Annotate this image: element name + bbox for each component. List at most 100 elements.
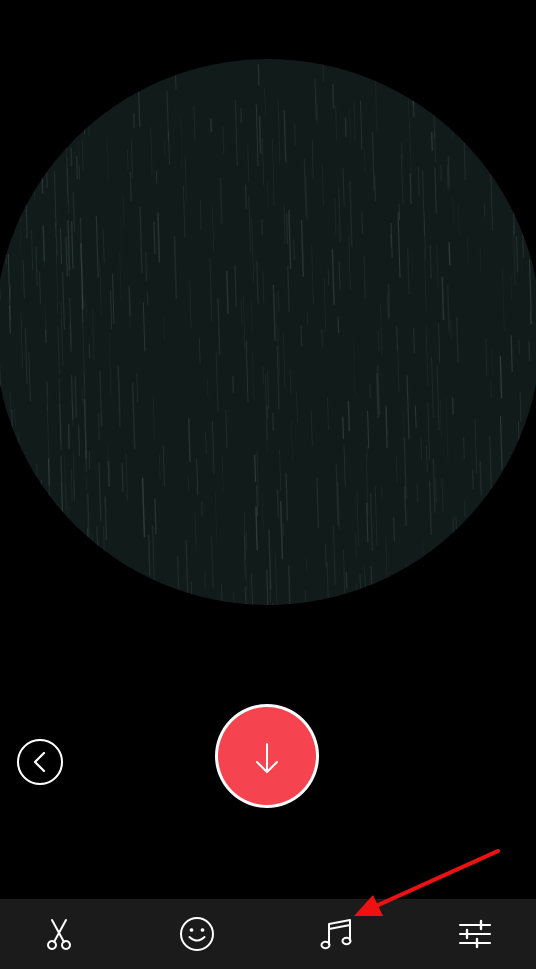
rain-streak (322, 59, 324, 82)
rain-streak (70, 469, 73, 501)
rain-streak (240, 298, 243, 326)
rain-streak (174, 73, 177, 90)
rain-streak (176, 556, 180, 590)
rain-streak (321, 164, 325, 207)
rain-streak (323, 278, 327, 333)
rain-streak (279, 449, 282, 492)
rain-streak (396, 327, 400, 393)
rain-streak (162, 445, 166, 487)
rain-streak (417, 166, 420, 197)
rain-streak (83, 372, 86, 398)
rain-streak (289, 368, 292, 394)
rain-streak (152, 525, 155, 585)
rain-streak (141, 477, 146, 537)
rain-streak (201, 501, 203, 517)
rain-streak (304, 589, 307, 605)
rain-streak (272, 603, 274, 605)
rain-streak (88, 451, 91, 470)
back-button[interactable] (17, 739, 63, 785)
video-preview-circle (0, 59, 536, 605)
rain-streak (51, 67, 54, 90)
rain-streak (91, 533, 95, 573)
rain-streak (425, 325, 429, 386)
rain-streak (8, 175, 11, 203)
rain-streak (426, 445, 428, 473)
rain-streak (338, 188, 342, 243)
rain-streak (290, 420, 293, 462)
rain-streak (344, 117, 347, 137)
rain-streak (418, 560, 420, 578)
rain-streak (424, 558, 427, 601)
adjust-tool-button[interactable] (455, 914, 495, 954)
rain-streak (41, 150, 44, 174)
arrow-down-icon (256, 743, 278, 773)
rain-streak (300, 220, 304, 277)
rain-streak (142, 302, 146, 352)
rain-streak (377, 330, 380, 351)
rain-streak (46, 584, 49, 605)
rain-streak (440, 164, 442, 182)
rain-streak (59, 549, 63, 599)
rain-streak (152, 397, 155, 440)
rain-streak (4, 98, 6, 116)
rain-streak (72, 191, 76, 232)
scissors-icon (47, 919, 71, 950)
rain-streak (432, 89, 436, 139)
music-tool-button[interactable] (317, 914, 357, 954)
rain-streak (441, 276, 445, 321)
rain-streak (19, 94, 23, 160)
rain-streak (219, 177, 223, 225)
rain-streak (243, 295, 246, 351)
rain-streak (531, 114, 535, 161)
rain-streak (132, 113, 135, 129)
rain-streak (287, 265, 290, 313)
rain-streak (78, 424, 81, 457)
trim-tool-button[interactable] (39, 914, 79, 954)
rain-streak (187, 475, 190, 492)
rain-streak (182, 185, 186, 238)
rain-streak (499, 415, 503, 470)
rain-streak (225, 409, 228, 449)
rain-streak (355, 533, 357, 559)
rain-streak (437, 322, 441, 363)
rain-streak (436, 365, 440, 431)
rain-streak (70, 148, 73, 167)
rain-streak (222, 126, 225, 154)
rain-streak (215, 351, 219, 412)
rain-streak (57, 504, 60, 547)
rain-streak (269, 581, 272, 602)
rain-streak (44, 99, 47, 158)
chevron-left-icon (33, 751, 46, 773)
sticker-tool-button[interactable] (177, 914, 217, 954)
rain-streak (349, 107, 351, 146)
rain-streak (53, 145, 55, 164)
rain-streak (189, 279, 192, 328)
rain-streak (147, 534, 151, 576)
rain-streak (257, 64, 260, 86)
rain-streak (81, 140, 84, 171)
rain-streak (516, 236, 519, 273)
rain-streak (125, 453, 129, 501)
rain-streak (337, 316, 340, 334)
rain-streak (150, 126, 153, 176)
rain-streak (367, 410, 370, 449)
rain-streak (466, 236, 469, 265)
rain-streak (255, 104, 259, 167)
rain-streak (496, 581, 499, 599)
rain-streak (117, 365, 121, 428)
download-button[interactable] (215, 704, 319, 808)
rain-streak (217, 298, 221, 355)
rain-streak (315, 96, 318, 124)
rain-streak (120, 220, 123, 277)
rain-streak (78, 531, 81, 568)
rain-streak (400, 153, 404, 205)
rain-streak (277, 290, 280, 312)
rain-streak (0, 471, 2, 509)
rain-streak (4, 244, 8, 265)
rain-streak (17, 432, 22, 500)
rain-streak (447, 284, 450, 333)
rain-streak (272, 138, 275, 193)
rain-streak (36, 463, 39, 496)
rain-streak (9, 449, 12, 496)
rain-streak (523, 107, 525, 137)
